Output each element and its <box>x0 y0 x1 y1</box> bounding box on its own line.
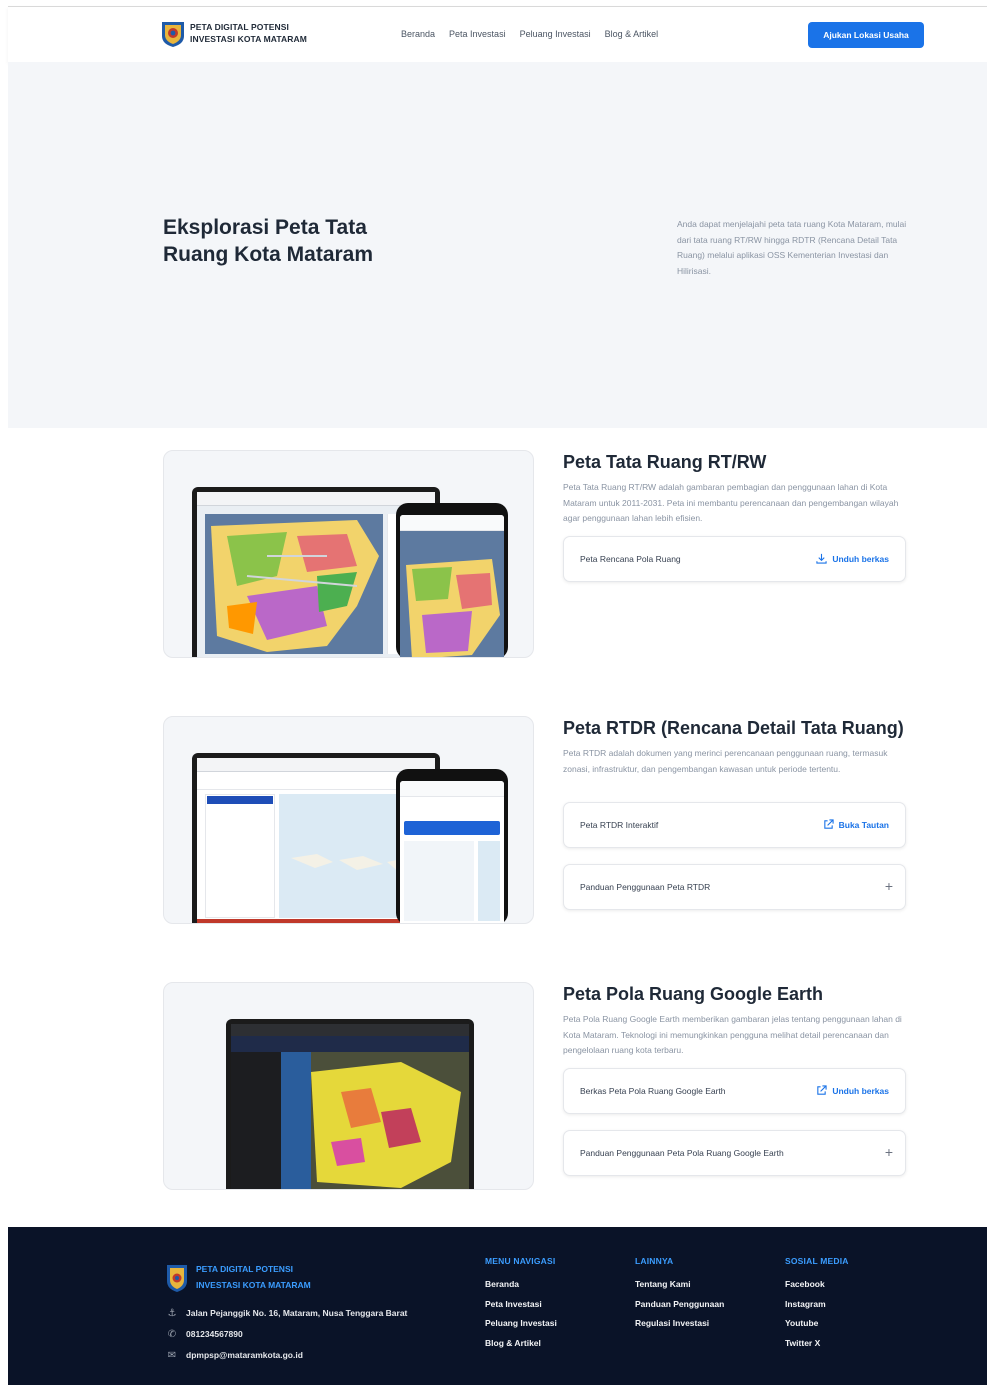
rtdr-link-row[interactable]: Peta RTDR Interaktif Buka Tautan <box>563 802 906 848</box>
row-label: Berkas Peta Pola Ruang Google Earth <box>580 1086 726 1096</box>
main-nav: Beranda Peta Investasi Peluang Investasi… <box>401 29 658 39</box>
page: PETA DIGITAL POTENSI INVESTASI KOTA MATA… <box>8 6 987 1385</box>
footer-link-blog-artikel[interactable]: Blog & Artikel <box>485 1338 557 1348</box>
section-title-rtrw: Peta Tata Ruang RT/RW <box>563 452 767 472</box>
rtrw-download-row[interactable]: Peta Rencana Pola Ruang Unduh berkas <box>563 536 906 582</box>
footer-col-title: SOSIAL MEDIA <box>785 1256 849 1266</box>
external-link-icon <box>817 1085 827 1095</box>
section-desc-rtdr: Peta RTDR adalah dokumen yang merinci pe… <box>563 748 888 774</box>
footer-col-menu-navigasi: MENU NAVIGASI Beranda Peta Investasi Pel… <box>485 1256 557 1357</box>
brand-line-1: PETA DIGITAL POTENSI <box>190 22 289 32</box>
footer-col-title: LAINNYA <box>635 1256 674 1266</box>
address-text: Jalan Pejanggik No. 16, Mataram, Nusa Te… <box>186 1308 408 1318</box>
plus-icon[interactable]: + <box>885 878 893 894</box>
footer-col-lainnya: LAINNYA Tentang Kami Panduan Penggunaan … <box>635 1256 724 1338</box>
nav-blog-artikel[interactable]: Blog & Artikel <box>605 29 659 39</box>
brand-line-2: INVESTASI KOTA MATARAM <box>190 34 307 44</box>
site-header: PETA DIGITAL POTENSI INVESTASI KOTA MATA… <box>8 6 987 62</box>
city-emblem-icon[interactable] <box>160 20 186 48</box>
location-pin-icon: ⚓ <box>167 1307 177 1319</box>
footer-link-facebook[interactable]: Facebook <box>785 1279 849 1289</box>
footer-link-instagram[interactable]: Instagram <box>785 1299 849 1309</box>
mail-icon: ✉ <box>167 1349 177 1361</box>
email-text[interactable]: dpmpsp@mataramkota.go.id <box>186 1350 303 1360</box>
action-label: Unduh berkas <box>832 553 889 564</box>
row-label: Panduan Penggunaan Peta RTDR <box>580 882 711 892</box>
google-earth-download-row[interactable]: Berkas Peta Pola Ruang Google Earth Undu… <box>563 1068 906 1114</box>
phone-mockup <box>396 503 508 657</box>
footer-link-youtube[interactable]: Youtube <box>785 1318 849 1328</box>
footer-link-twitter-x[interactable]: Twitter X <box>785 1338 849 1348</box>
city-emblem-icon <box>167 1265 187 1292</box>
section-desc-google-earth: Peta Pola Ruang Google Earth memberikan … <box>563 1014 902 1055</box>
external-link-icon <box>823 819 834 829</box>
google-earth-preview-image <box>163 982 534 1190</box>
hero-description: Anda dapat menjelajahi peta tata ruang K… <box>677 219 907 276</box>
action-label: Buka Tautan <box>838 819 889 830</box>
footer-link-peluang-investasi[interactable]: Peluang Investasi <box>485 1318 557 1328</box>
hero-title: Eksplorasi Peta Tata Ruang Kota Mataram <box>163 216 374 266</box>
footer-brand-line-1: PETA DIGITAL POTENSI <box>196 1264 293 1274</box>
nav-peta-investasi[interactable]: Peta Investasi <box>449 29 506 39</box>
download-icon <box>816 553 827 564</box>
nav-peluang-investasi[interactable]: Peluang Investasi <box>520 29 591 39</box>
row-label: Peta RTDR Interaktif <box>580 820 659 830</box>
ajukan-lokasi-button[interactable]: Ajukan Lokasi Usaha <box>808 22 924 48</box>
footer-link-tentang-kami[interactable]: Tentang Kami <box>635 1279 724 1289</box>
plus-icon[interactable]: + <box>885 1144 893 1160</box>
phone-text[interactable]: 081234567890 <box>186 1329 243 1339</box>
unduh-berkas-link[interactable]: Unduh berkas <box>816 1085 889 1096</box>
section-desc-rtrw: Peta Tata Ruang RT/RW adalah gambaran pe… <box>563 482 899 523</box>
nav-beranda[interactable]: Beranda <box>401 29 435 39</box>
footer-link-peta-investasi[interactable]: Peta Investasi <box>485 1299 557 1309</box>
footer-email: ✉ dpmpsp@mataramkota.go.id <box>166 1349 303 1361</box>
unduh-berkas-link[interactable]: Unduh berkas <box>816 553 889 564</box>
rtdr-preview-image <box>163 716 534 924</box>
row-label: Peta Rencana Pola Ruang <box>580 554 681 564</box>
laptop-mockup <box>226 1019 474 1189</box>
action-label: Unduh berkas <box>832 1085 889 1096</box>
hero-section: Eksplorasi Peta Tata Ruang Kota Mataram … <box>8 62 987 428</box>
phone-icon: ✆ <box>167 1328 177 1340</box>
rtrw-preview-image <box>163 450 534 658</box>
footer-link-panduan-penggunaan[interactable]: Panduan Penggunaan <box>635 1299 724 1309</box>
rtdr-guide-row[interactable]: Panduan Penggunaan Peta RTDR + <box>563 864 906 910</box>
google-earth-guide-row[interactable]: Panduan Penggunaan Peta Pola Ruang Googl… <box>563 1130 906 1176</box>
footer-link-beranda[interactable]: Beranda <box>485 1279 557 1289</box>
row-label: Panduan Penggunaan Peta Pola Ruang Googl… <box>580 1148 784 1158</box>
buka-tautan-link[interactable]: Buka Tautan <box>823 819 889 830</box>
footer-brand: PETA DIGITAL POTENSI INVESTASI KOTA MATA… <box>196 1261 311 1293</box>
footer-col-title: MENU NAVIGASI <box>485 1256 556 1266</box>
footer-col-sosial-media: SOSIAL MEDIA Facebook Instagram Youtube … <box>785 1256 849 1357</box>
footer-phone: ✆ 081234567890 <box>166 1328 243 1340</box>
section-title-rtdr: Peta RTDR (Rencana Detail Tata Ruang) <box>563 718 904 738</box>
phone-mockup <box>396 769 508 923</box>
footer-link-regulasi-investasi[interactable]: Regulasi Investasi <box>635 1318 724 1328</box>
footer-brand-line-2: INVESTASI KOTA MATARAM <box>196 1280 311 1290</box>
section-title-google-earth: Peta Pola Ruang Google Earth <box>563 984 824 1004</box>
footer-address: ⚓ Jalan Pejanggik No. 16, Mataram, Nusa … <box>166 1307 408 1319</box>
site-brand[interactable]: PETA DIGITAL POTENSI INVESTASI KOTA MATA… <box>190 21 307 45</box>
site-footer: PETA DIGITAL POTENSI INVESTASI KOTA MATA… <box>8 1227 987 1385</box>
